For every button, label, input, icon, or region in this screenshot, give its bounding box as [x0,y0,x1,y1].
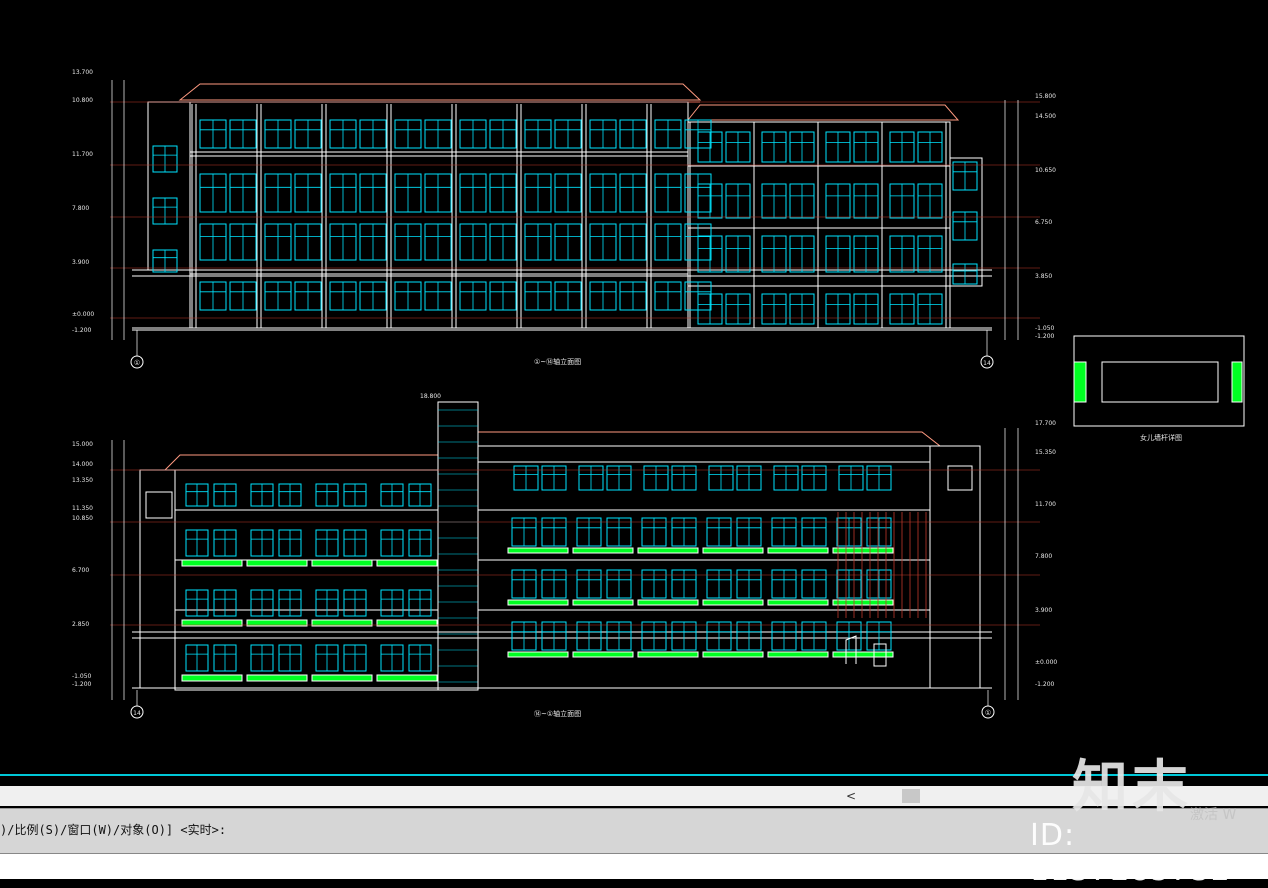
balcony-railing [246,559,308,567]
balcony-railing [637,547,699,554]
balcony-railing [832,599,894,606]
elevation-mark: 13.700 [72,69,93,76]
brand-logo: 知末 [1072,755,1192,820]
elevation-mark: 15.000 [72,441,93,448]
axis-label: ① [134,359,140,367]
balcony-railing [702,547,764,554]
elevation-mark: 6.700 [72,567,89,574]
cad-drawing-canvas[interactable]: 13.700 10.800 11.700 7.800 3.900 ±0.000 -1.200… [0,0,1268,778]
detail-parapet [1101,361,1219,403]
balcony-railing [572,599,634,606]
elevation-mark: -1.200 [72,681,92,688]
elevation-mark: 6.750 [1035,219,1052,226]
balcony-railing [767,651,829,658]
elevation-mark: -1.050 [1035,325,1055,332]
elevation-title-top: ①~⑭轴立面图 [534,357,581,366]
elevation-mark: ±0.000 [1035,659,1057,666]
balcony-railing [702,651,764,658]
elevation-mark: 18.800 [420,393,441,400]
elevation-mark: 10.650 [1035,167,1056,174]
roof-outline-left [163,454,439,471]
balcony-railing [832,547,894,554]
balcony-railing [311,559,373,567]
balcony-railing [572,547,634,554]
stair-bay-left [139,469,176,689]
elevation-mark: 11.350 [72,505,93,512]
balcony-railing [767,599,829,606]
elevation-mark: 7.800 [1035,553,1052,560]
louver-vent [145,491,173,519]
elevation-mark: 10.850 [72,515,93,522]
balcony-railing [767,547,829,554]
balcony-railing [376,559,438,567]
elevation-mark: ±0.000 [72,311,94,318]
elevation-mark: 11.700 [1035,501,1056,508]
elevation-mark: 14.000 [72,461,93,468]
axis-label: ① [985,709,991,717]
balcony-railing [702,599,764,606]
elevation-mark: 13.350 [72,477,93,484]
roof-outline-right [477,431,942,447]
balcony-railing [246,674,308,682]
balcony-railing [181,674,243,682]
stair-bay-left [147,101,191,271]
elevation-mark: 7.800 [72,205,89,212]
elevation-mark: 11.700 [72,151,93,158]
detail-title: 女儿墙杆详图 [1140,433,1182,442]
balcony-railing [832,651,894,658]
elevation-mark: -1.200 [1035,681,1055,688]
stair-tower [437,401,479,691]
axis-label: 14 [983,360,991,367]
elevation-mark: -1.200 [1035,333,1055,340]
elevation-title-bottom: ⑭~①轴立面图 [534,709,581,718]
elevation-mark: -1.200 [72,327,92,334]
scroll-left-arrow-icon[interactable]: < [843,788,859,804]
elevation-mark: 3.900 [72,259,89,266]
balcony-railing [181,559,243,567]
elevation-mark: 15.800 [1035,93,1056,100]
balcony-railing [311,674,373,682]
elevation-drawing: 13.700 10.800 11.700 7.800 3.900 ±0.000 -1.200… [72,69,1245,719]
building-outline-wing [687,121,951,329]
balcony-railing [507,599,569,606]
elevation-mark: 3.900 [1035,607,1052,614]
elevation-mark: 10.800 [72,97,93,104]
balcony-railing [637,651,699,658]
command-prompt-text: )/比例(S)/窗口(W)/对象(O)] <实时>: [0,823,227,837]
detail-hatch [1231,361,1243,403]
detail-hatch [1073,361,1087,403]
balcony-railing [507,547,569,554]
elevation-mark: 15.350 [1035,449,1056,456]
axis-label: 14 [133,710,141,717]
roof-outline-wing [686,104,960,121]
elevation-mark: 17.700 [1035,420,1056,427]
elevation-mark: 3.850 [1035,273,1052,280]
balcony-railing [637,599,699,606]
balcony-railing [376,674,438,682]
louver-vent [947,465,973,491]
roof-outline-main [178,83,702,101]
elevation-mark: -1.050 [72,673,92,680]
elevation-mark: 2.850 [72,621,89,628]
elevation-mark: 14.500 [1035,113,1056,120]
balcony-railing [507,651,569,658]
scroll-thumb[interactable] [902,789,920,803]
balcony-railing [572,651,634,658]
